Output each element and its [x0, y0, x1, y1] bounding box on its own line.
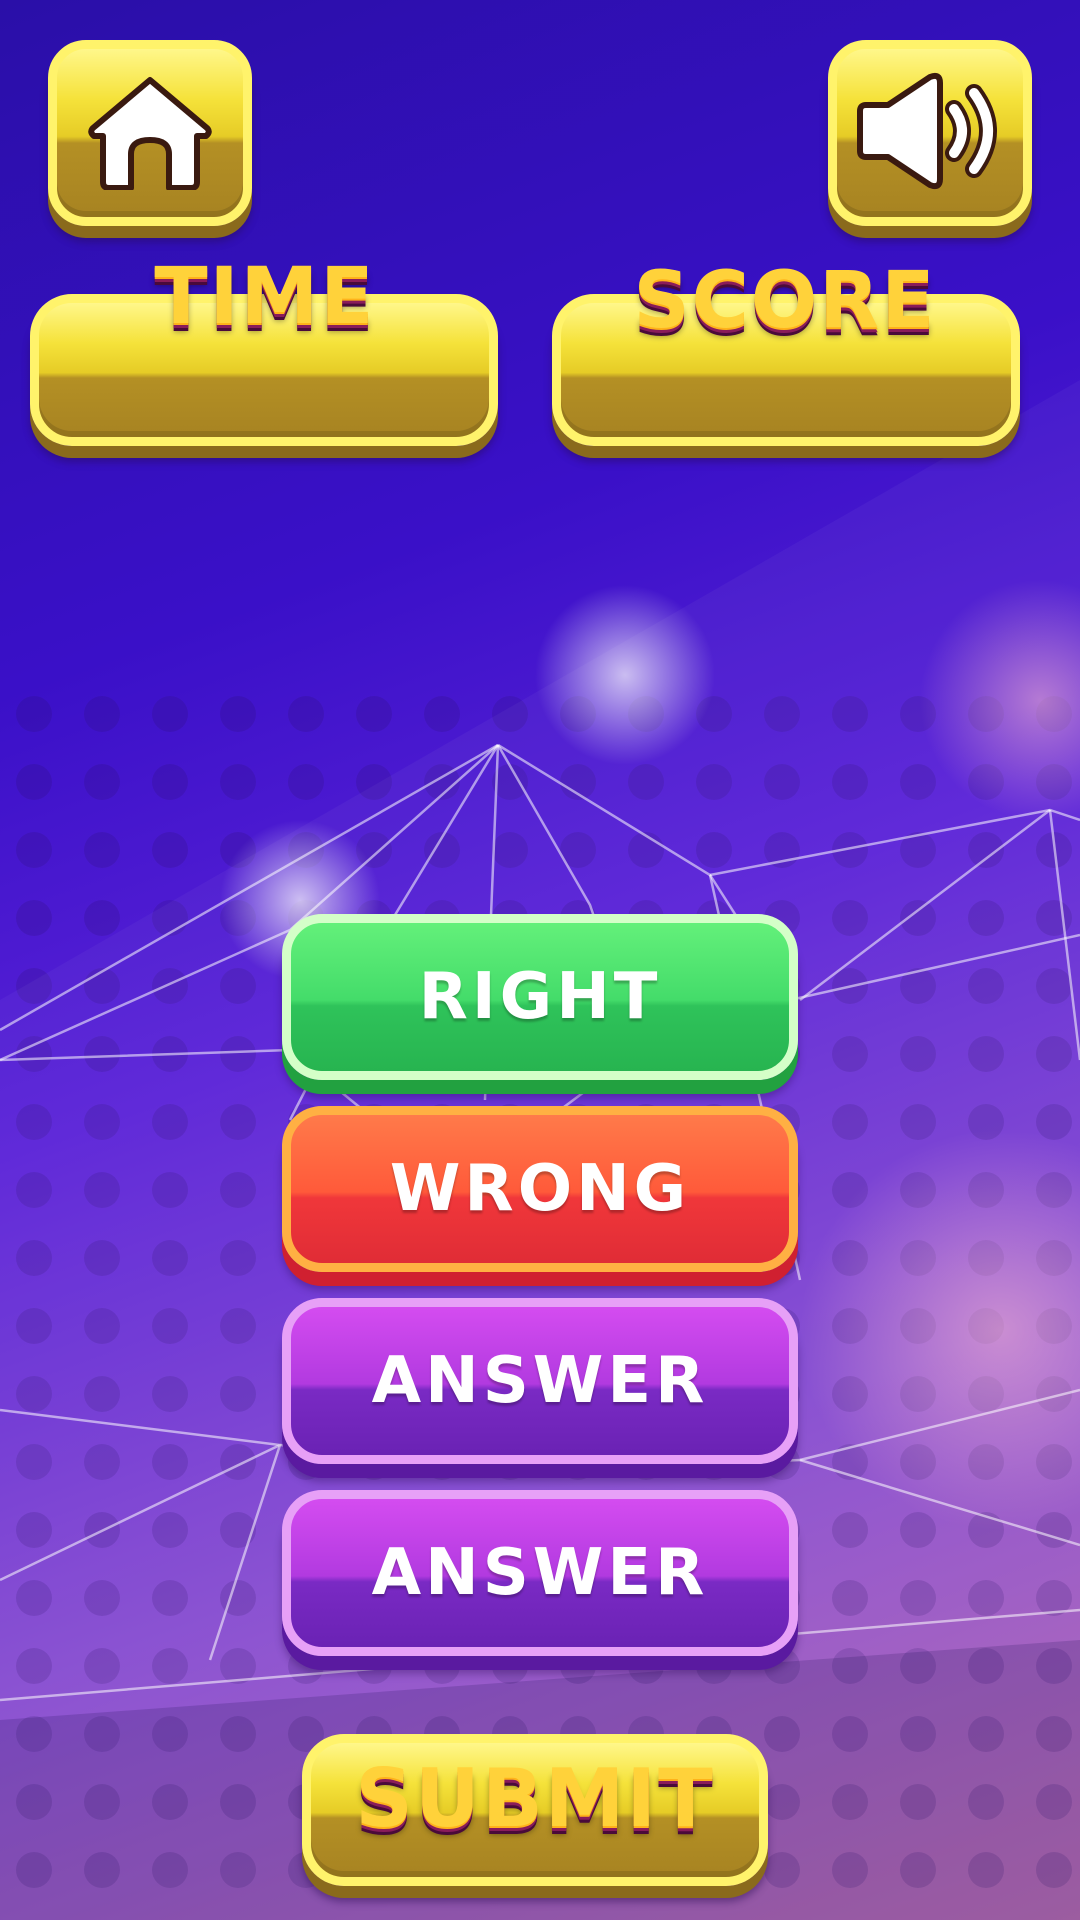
submit-label: SUBMIT: [355, 1752, 715, 1845]
home-button[interactable]: [48, 40, 252, 226]
score-label: SCORE: [633, 256, 937, 346]
speaker-volume-icon: [850, 71, 1010, 195]
answer-button-4[interactable]: ANSWER: [282, 1490, 798, 1656]
sound-button[interactable]: [828, 40, 1032, 226]
answer-button-wrong[interactable]: WRONG: [282, 1106, 798, 1272]
answer-button-3[interactable]: ANSWER: [282, 1298, 798, 1464]
time-label: TIME: [154, 252, 376, 342]
answer-button-right[interactable]: RIGHT: [282, 914, 798, 1080]
home-icon: [85, 72, 215, 194]
